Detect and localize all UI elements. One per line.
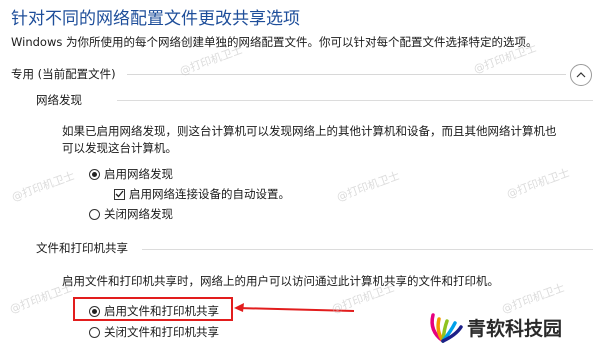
radio-button[interactable] (89, 208, 100, 220)
radio-label: 启用网络发现 (104, 167, 173, 181)
network-discovery-heading: 网络发现 (36, 93, 82, 107)
highlight-box (73, 297, 233, 321)
page-title: 针对不同的网络配置文件更改共享选项 (11, 9, 300, 29)
file-printer-sharing-divider (142, 249, 593, 250)
network-discovery-description-2: 可以发现这台计算机。 (62, 141, 177, 155)
collapse-button[interactable] (570, 64, 592, 86)
checkbox-auto-setup[interactable]: 启用网络连接设备的自动设置。 (114, 186, 290, 202)
radio-disable-file-printer-sharing[interactable]: 关闭文件和打印机共享 (89, 324, 219, 340)
page-subtitle: Windows 为你所使用的每个网络创建单独的网络配置文件。你可以针对每个配置文… (11, 35, 538, 49)
watermark: @打印机卫士 (9, 169, 77, 204)
checkbox-label: 启用网络连接设备的自动设置。 (129, 187, 290, 201)
section-divider (127, 74, 566, 75)
brand-name: 青软科技园 (467, 317, 563, 340)
brand-logo: 青软科技园 (423, 307, 562, 347)
file-printer-sharing-heading: 文件和打印机共享 (36, 241, 128, 255)
radio-disable-network-discovery[interactable]: 关闭网络发现 (89, 206, 173, 222)
network-discovery-description-1: 如果已启用网络发现，则这台计算机可以发现网络上的其他计算机和设备，而且其他网络计… (62, 124, 557, 138)
watermark: @打印机卫士 (334, 169, 402, 204)
network-discovery-divider (117, 100, 593, 101)
signal-logo-icon (430, 313, 463, 343)
watermark: @打印机卫士 (504, 166, 572, 201)
radio-enable-network-discovery[interactable]: 启用网络发现 (89, 166, 173, 182)
profile-section-label[interactable]: 专用 (当前配置文件) (11, 66, 116, 82)
radio-button-selected[interactable] (89, 168, 100, 180)
radio-label: 关闭网络发现 (104, 207, 173, 221)
chevron-up-icon (576, 72, 586, 78)
checkbox[interactable] (114, 188, 125, 200)
checkmark-icon (115, 190, 124, 198)
file-printer-sharing-description: 启用文件和打印机共享时，网络上的用户可以访问通过此计算机共享的文件和打印机。 (62, 274, 499, 288)
red-arrow-icon (234, 303, 355, 312)
radio-button[interactable] (89, 326, 100, 338)
radio-label: 关闭文件和打印机共享 (104, 325, 219, 339)
